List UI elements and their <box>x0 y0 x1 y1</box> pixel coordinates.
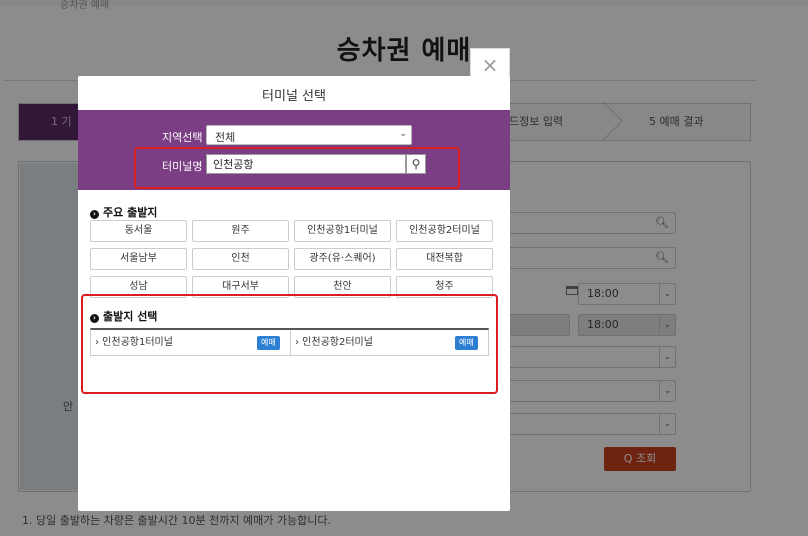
highlight-terminal-input <box>134 147 460 189</box>
terminal-button[interactable]: 인천공항2터미널 <box>396 220 493 242</box>
terminal-button[interactable]: 원주 <box>192 220 289 242</box>
major-departures-label: 주요 출발지 <box>103 206 158 219</box>
region-value: 전체 <box>215 131 236 144</box>
modal-title: 터미널 선택 <box>262 89 326 104</box>
bullet-icon: › <box>90 210 99 219</box>
terminal-button[interactable]: 인천공항1터미널 <box>294 220 391 242</box>
highlight-departure-select <box>81 294 498 394</box>
terminal-button[interactable]: 서울남부 <box>90 248 187 270</box>
terminal-button[interactable]: 동서울 <box>90 220 187 242</box>
chevron-down-icon: ⌄ <box>399 129 407 139</box>
region-label: 지역선택 <box>162 131 203 144</box>
terminal-button[interactable]: 대전복합 <box>396 248 493 270</box>
terminal-button[interactable]: 광주(유·스퀘어) <box>294 248 391 270</box>
region-select[interactable]: 전체 ⌄ <box>206 125 412 145</box>
major-departures-title: › 주요 출발지 <box>90 204 157 220</box>
terminal-button[interactable]: 인천 <box>192 248 289 270</box>
